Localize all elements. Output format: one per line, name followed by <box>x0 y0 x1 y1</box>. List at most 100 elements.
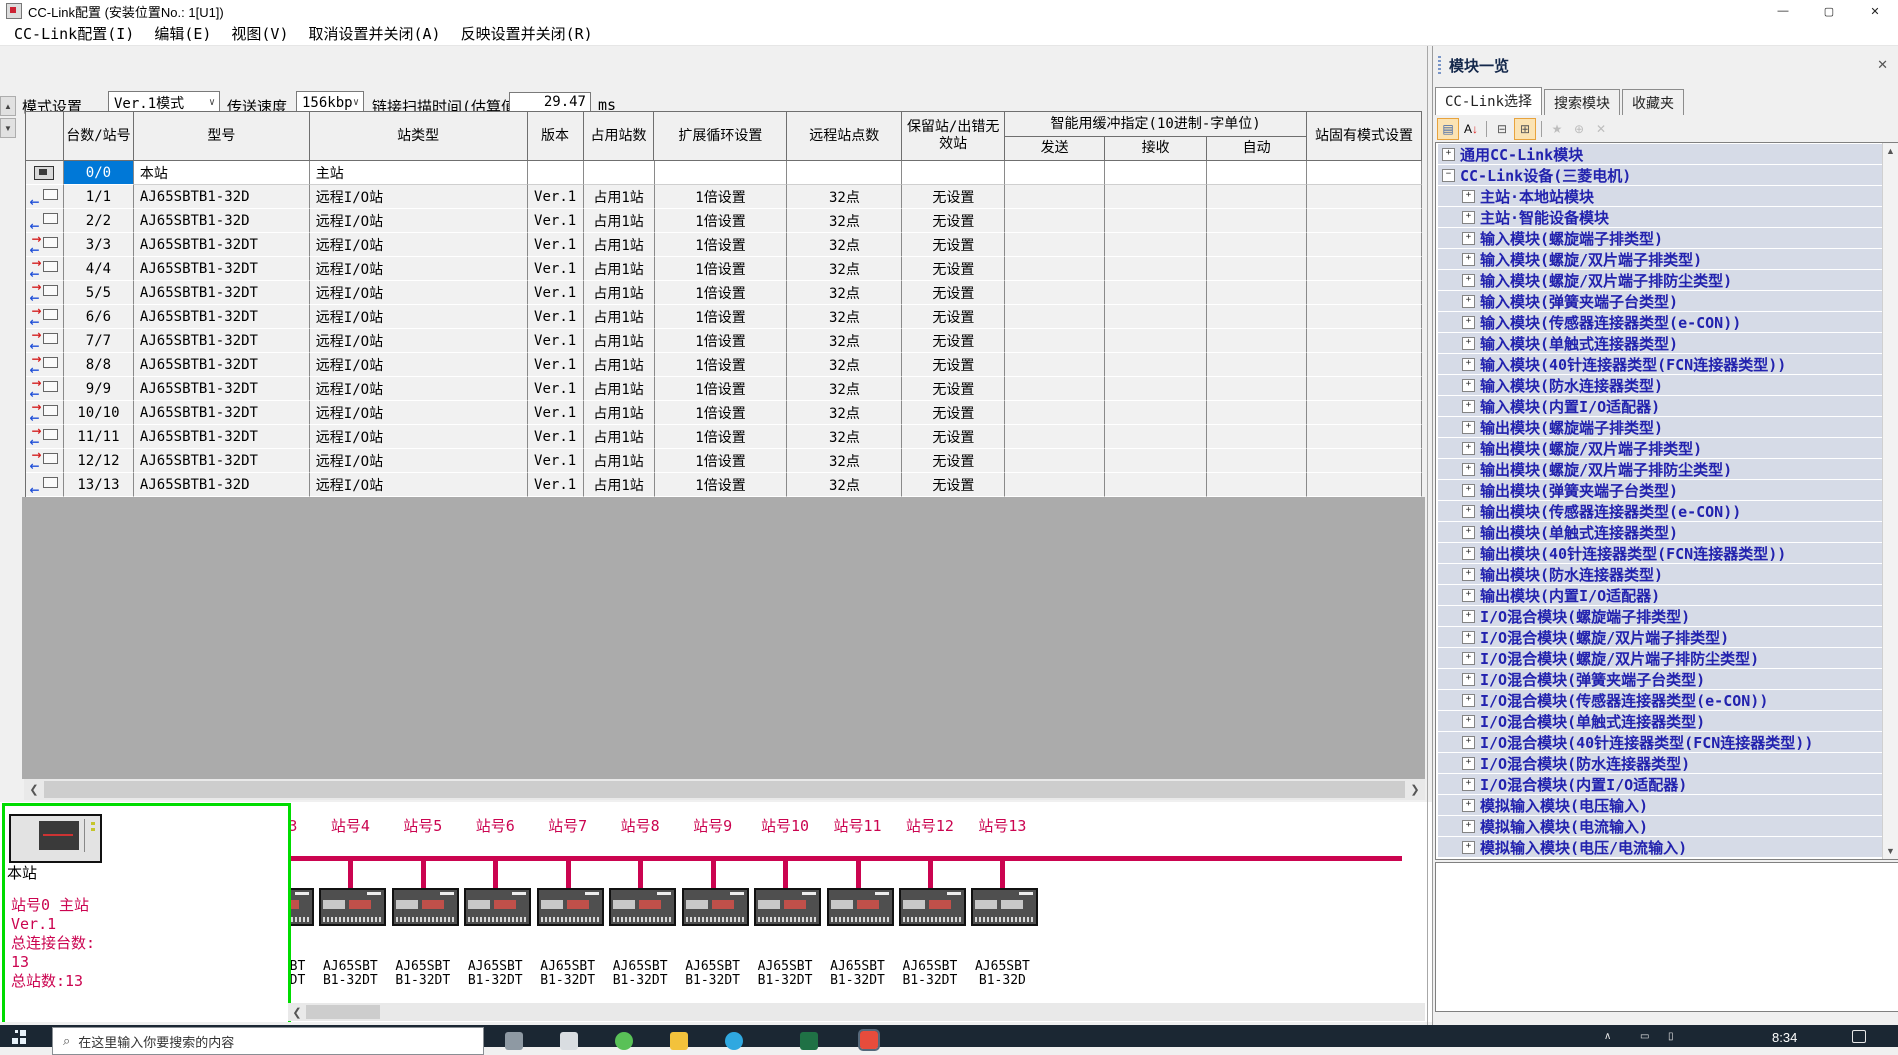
menu-item-0[interactable]: CC-Link配置(I) <box>4 23 144 44</box>
expand-icon[interactable]: + <box>1462 547 1475 560</box>
remote-device-icon[interactable] <box>682 888 749 926</box>
expand-icon[interactable]: + <box>1442 148 1455 161</box>
cell-type[interactable]: 远程I/O站 <box>310 449 528 473</box>
cell-icon[interactable] <box>26 161 64 185</box>
cell-model[interactable]: AJ65SBTB1-32DT <box>134 449 310 473</box>
header-type[interactable]: 站类型 <box>310 112 528 161</box>
tree-item-33[interactable]: +模拟输入模块(电压/电流输入) <box>1438 837 1882 857</box>
cell-auto[interactable] <box>1207 305 1307 329</box>
cell-type[interactable]: 远程I/O站 <box>310 233 528 257</box>
cell-send[interactable] <box>1005 257 1105 281</box>
cell-ver[interactable]: Ver.1 <box>528 329 584 353</box>
menu-item-2[interactable]: 视图(V) <box>221 23 298 44</box>
cell-recv[interactable] <box>1105 425 1207 449</box>
cell-num[interactable]: 3/3 <box>64 233 134 257</box>
cell-model[interactable]: AJ65SBTB1-32D <box>134 209 310 233</box>
cell-occ[interactable]: 占用1站 <box>584 305 655 329</box>
display-format-icon[interactable]: ▤ <box>1437 118 1459 140</box>
cell-model[interactable]: AJ65SBTB1-32DT <box>134 281 310 305</box>
cell-model[interactable]: AJ65SBTB1-32DT <box>134 425 310 449</box>
expand-icon[interactable]: + <box>1462 463 1475 476</box>
header-send[interactable]: 发送 <box>1005 137 1105 161</box>
expand-icon[interactable]: + <box>1462 778 1475 791</box>
cell-auto[interactable] <box>1207 473 1307 497</box>
cell-icon[interactable]: ← <box>26 473 64 497</box>
cell-pts[interactable]: 32点 <box>787 329 902 353</box>
cell-type[interactable]: 远程I/O站 <box>310 305 528 329</box>
expand-icon[interactable]: + <box>1462 757 1475 770</box>
cell-exp[interactable]: 1倍设置 <box>655 377 788 401</box>
master-station-box[interactable]: 本站 站号0 主站Ver.1总连接台数:13总站数:13 <box>2 803 291 1022</box>
cell-model[interactable]: AJ65SBTB1-32D <box>134 473 310 497</box>
cell-pts[interactable]: 32点 <box>787 401 902 425</box>
cell-model[interactable]: AJ65SBTB1-32DT <box>134 233 310 257</box>
expand-icon[interactable]: + <box>1462 337 1475 350</box>
expand-icon[interactable]: + <box>1462 379 1475 392</box>
cell-exp[interactable]: 1倍设置 <box>655 281 788 305</box>
cell-num[interactable]: 13/13 <box>64 473 134 497</box>
tab-收藏夹[interactable]: 收藏夹 <box>1622 89 1684 115</box>
cell-auto[interactable] <box>1207 257 1307 281</box>
cell-res[interactable]: 无设置 <box>902 353 1005 377</box>
cell-type[interactable]: 远程I/O站 <box>310 377 528 401</box>
expand-icon[interactable]: + <box>1462 484 1475 497</box>
taskbar-excel-icon[interactable] <box>800 1032 818 1050</box>
cell-type[interactable]: 远程I/O站 <box>310 281 528 305</box>
cell-occ[interactable]: 占用1站 <box>584 425 655 449</box>
cell-pts[interactable]: 32点 <box>787 233 902 257</box>
cell-auto[interactable] <box>1207 425 1307 449</box>
cell-pts[interactable]: 32点 <box>787 281 902 305</box>
cell-mode[interactable] <box>1307 161 1422 185</box>
cell-res[interactable]: 无设置 <box>902 473 1005 497</box>
tree-item-10[interactable]: +输入模块(40针连接器类型(FCN连接器类型)) <box>1438 354 1882 374</box>
close-button[interactable]: ✕ <box>1852 0 1898 22</box>
tree-item-24[interactable]: +I/O混合模块(螺旋/双片端子排防尘类型) <box>1438 648 1882 668</box>
taskbar-clock[interactable]: 8:34 <box>1772 1030 1797 1045</box>
tree-item-12[interactable]: +输入模块(内置I/O适配器) <box>1438 396 1882 416</box>
expand-icon[interactable]: + <box>1462 799 1475 812</box>
cell-auto[interactable] <box>1207 401 1307 425</box>
header-version[interactable]: 版本 <box>528 112 584 161</box>
cell-recv[interactable] <box>1105 401 1207 425</box>
cell-auto[interactable] <box>1207 377 1307 401</box>
cell-occ[interactable]: 占用1站 <box>584 209 655 233</box>
tree-item-21[interactable]: +输出模块(内置I/O适配器) <box>1438 585 1882 605</box>
remote-device-icon[interactable] <box>464 888 531 926</box>
tray-volume-icon[interactable]: ▯ <box>1668 1031 1674 1042</box>
table-hscrollbar[interactable]: ❮ ❯ <box>24 779 1425 800</box>
tree-item-23[interactable]: +I/O混合模块(螺旋/双片端子排类型) <box>1438 627 1882 647</box>
taskbar-taskview-icon[interactable] <box>560 1032 578 1050</box>
sort-az-icon[interactable]: A↓ <box>1461 119 1481 139</box>
collapse-icon[interactable]: − <box>1442 169 1455 182</box>
header-station-mode[interactable]: 站固有模式设置 <box>1307 112 1422 161</box>
taskbar-people-icon[interactable] <box>505 1032 523 1050</box>
cell-auto[interactable] <box>1207 209 1307 233</box>
cell-recv[interactable] <box>1105 377 1207 401</box>
tree-item-32[interactable]: +模拟输入模块(电流输入) <box>1438 816 1882 836</box>
cell-pts[interactable]: 32点 <box>787 377 902 401</box>
tree-item-20[interactable]: +输出模块(防水连接器类型) <box>1438 564 1882 584</box>
cell-mode[interactable] <box>1307 377 1422 401</box>
tree-item-8[interactable]: +输入模块(传感器连接器类型(e-CON)) <box>1438 312 1882 332</box>
cell-send[interactable] <box>1005 281 1105 305</box>
cell-mode[interactable] <box>1307 233 1422 257</box>
cell-num[interactable]: 4/4 <box>64 257 134 281</box>
cell-model[interactable]: AJ65SBTB1-32DT <box>134 401 310 425</box>
remote-device-icon[interactable] <box>319 888 386 926</box>
cell-send[interactable] <box>1005 161 1105 185</box>
tree-item-31[interactable]: +模拟输入模块(电压输入) <box>1438 795 1882 815</box>
taskbar-app-icon-green[interactable] <box>615 1032 633 1050</box>
cell-occ[interactable]: 占用1站 <box>584 185 655 209</box>
cell-icon[interactable]: ←→ <box>26 281 64 305</box>
expand-icon[interactable]: + <box>1462 358 1475 371</box>
cell-icon[interactable]: ←→ <box>26 401 64 425</box>
cell-icon[interactable]: ← <box>26 185 64 209</box>
scroll-up-button[interactable]: ▲ <box>1883 143 1898 159</box>
cell-recv[interactable] <box>1105 233 1207 257</box>
cell-recv[interactable] <box>1105 281 1207 305</box>
cell-send[interactable] <box>1005 449 1105 473</box>
expand-icon[interactable]: + <box>1462 820 1475 833</box>
cell-recv[interactable] <box>1105 185 1207 209</box>
header-expanded-cyclic[interactable]: 扩展循环设置 <box>654 112 787 161</box>
taskbar-edge-icon[interactable] <box>725 1032 743 1050</box>
